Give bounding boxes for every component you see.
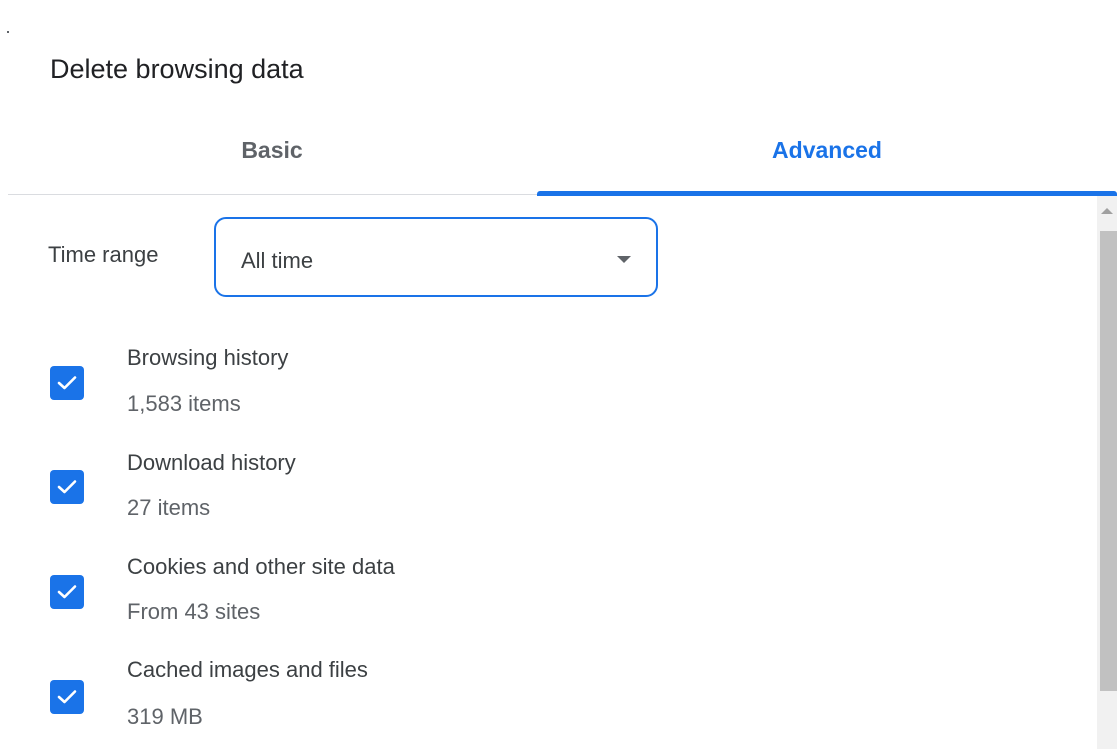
time-range-value: All time xyxy=(241,248,314,273)
option-detail: 27 items xyxy=(127,495,211,520)
option-label: Cached images and files xyxy=(127,657,368,682)
scroll-up-arrow-icon[interactable] xyxy=(1101,208,1113,214)
option-label: Browsing history xyxy=(127,345,289,370)
tab-basic-label: Basic xyxy=(241,137,303,163)
dropdown-arrow-icon xyxy=(617,256,631,263)
download-history-checkbox[interactable] xyxy=(50,470,84,504)
scrollbar[interactable] xyxy=(1097,196,1117,749)
corner-mark xyxy=(7,31,9,33)
time-range-select[interactable]: All time xyxy=(214,217,658,297)
option-detail: 319 MB xyxy=(127,704,203,729)
option-download-history: Download history 27 items xyxy=(0,441,1097,541)
check-icon xyxy=(57,480,77,494)
browsing-history-checkbox[interactable] xyxy=(50,366,84,400)
options-scroll-area: Time range All time Browsing history 1,5… xyxy=(0,196,1097,749)
tab-basic[interactable]: Basic xyxy=(8,120,536,194)
option-detail: 1,583 items xyxy=(127,391,241,416)
delete-browsing-data-dialog: Delete browsing data Basic Advanced Time… xyxy=(0,0,1117,749)
option-label: Cookies and other site data xyxy=(127,554,395,579)
check-icon xyxy=(57,690,77,704)
dialog-title: Delete browsing data xyxy=(50,54,304,84)
check-icon xyxy=(57,376,77,390)
check-icon xyxy=(57,585,77,599)
option-cached-images: Cached images and files 319 MB xyxy=(0,649,1097,749)
tab-advanced[interactable]: Advanced xyxy=(537,120,1117,196)
option-browsing-history: Browsing history 1,583 items xyxy=(0,336,1097,436)
tab-bar: Basic Advanced xyxy=(8,120,1117,196)
cached-images-checkbox[interactable] xyxy=(50,680,84,714)
option-cookies: Cookies and other site data From 43 site… xyxy=(0,545,1097,645)
scrollbar-thumb[interactable] xyxy=(1100,231,1117,691)
option-label: Download history xyxy=(127,450,296,475)
cookies-checkbox[interactable] xyxy=(50,575,84,609)
option-detail: From 43 sites xyxy=(127,599,261,624)
time-range-label: Time range xyxy=(48,242,159,267)
tab-advanced-label: Advanced xyxy=(772,137,882,163)
